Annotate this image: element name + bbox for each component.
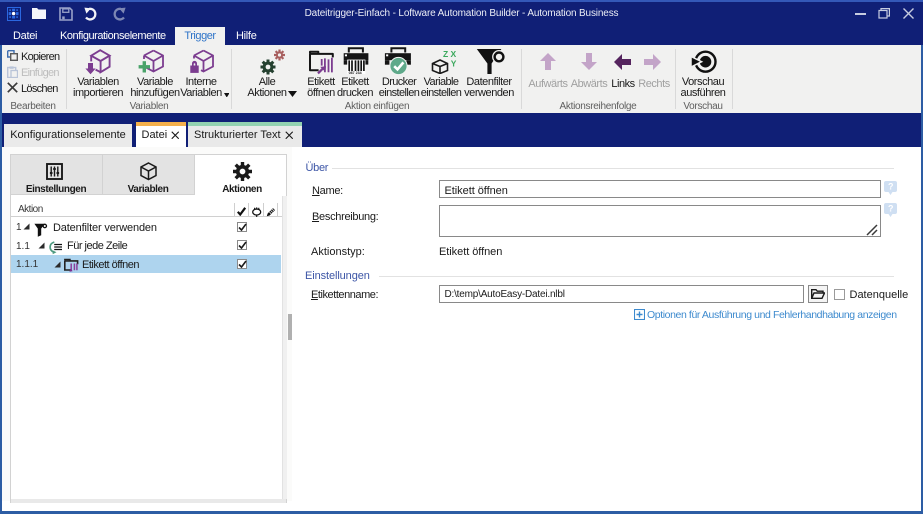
svg-text:?: ? (888, 182, 894, 192)
svg-text:Y: Y (451, 59, 457, 69)
svg-text:087 234: 087 234 (349, 71, 362, 75)
svg-text:X: X (451, 49, 457, 59)
svg-text:Z: Z (443, 49, 448, 59)
svg-text:?: ? (888, 204, 894, 214)
